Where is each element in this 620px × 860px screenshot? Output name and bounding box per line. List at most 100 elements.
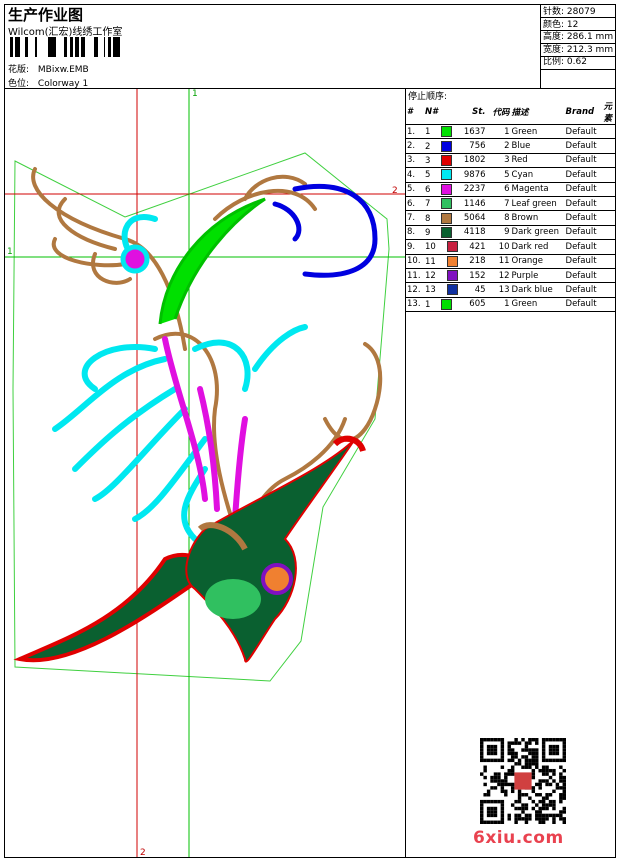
row-needle: 5 (424, 167, 459, 183)
row-index: 12. (406, 282, 424, 298)
row-element (602, 297, 616, 313)
row-index: 4. (406, 167, 424, 183)
sequence-row: 9. 10 421 10 Dark red Default (406, 239, 616, 255)
row-code: 8 (486, 210, 511, 226)
row-desc: Green (510, 124, 565, 140)
sequence-row: 6. 7 1146 7 Leaf green Default (406, 196, 616, 212)
guide-label-h1: 1 (7, 247, 13, 257)
row-desc: Purple (510, 268, 565, 284)
row-element (602, 196, 616, 212)
row-brand: Default (564, 282, 603, 298)
row-needle: 10 (424, 239, 459, 255)
sequence-row: 1. 1 1637 1 Green Default (406, 124, 616, 140)
col-needle: N# (424, 100, 459, 125)
row-index: 5. (406, 182, 424, 197)
row-desc: Leaf green (510, 196, 565, 212)
col-element: 元素 (602, 100, 616, 125)
row-needle: 2 (424, 138, 459, 154)
color-swatch (441, 298, 453, 310)
row-element (602, 138, 616, 154)
row-element (602, 153, 616, 169)
pattern-line: 花版: MBixw.EMB (8, 62, 89, 75)
row-needle: 3 (424, 153, 459, 169)
sequence-row: 7. 8 5064 8 Brown Default (406, 210, 616, 226)
row-index: 2. (406, 138, 424, 154)
row-needle: 13 (424, 282, 459, 298)
blue-curls (272, 183, 378, 278)
sequence-row: 10. 11 218 11 Orange Default (406, 254, 616, 269)
col-stitches: St. (458, 100, 487, 125)
color-swatch (446, 284, 458, 296)
row-needle: 12 (424, 268, 459, 284)
color-swatch (441, 198, 453, 210)
row-code: 11 (486, 254, 511, 269)
row-desc: Cyan (510, 167, 565, 183)
guide-label-h2: 2 (392, 186, 398, 196)
color-swatch (441, 226, 453, 238)
row-desc: Magenta (510, 182, 565, 197)
row-code: 7 (486, 196, 511, 212)
row-brand: Default (564, 138, 603, 154)
sequence-row: 8. 9 4118 9 Dark green Default (406, 225, 616, 241)
row-code: 13 (486, 282, 511, 298)
sequence-row: 5. 6 2237 6 Magenta Default (406, 182, 616, 197)
guide-label-v1: 1 (192, 89, 198, 99)
sequence-row: 3. 3 1802 3 Red Default (406, 153, 616, 169)
row-desc: Brown (510, 210, 565, 226)
color-swatch (441, 140, 453, 152)
stat-width: 宽度: 212.3 mm (543, 44, 614, 55)
col-code: 代码 (486, 100, 511, 125)
row-needle: 8 (424, 210, 459, 226)
row-element (602, 254, 616, 269)
row-index: 10. (406, 254, 424, 269)
row-stitches: 756 (458, 138, 487, 154)
row-stitches: 218 (458, 254, 487, 269)
row-index: 13. (406, 297, 424, 313)
row-code: 6 (486, 182, 511, 197)
row-stitches: 5064 (458, 210, 487, 226)
row-needle: 11 (424, 254, 459, 269)
row-stitches: 152 (458, 268, 487, 284)
row-index: 7. (406, 210, 424, 226)
watermark: 6xiu.com (473, 828, 564, 848)
row-stitches: 421 (458, 239, 487, 255)
row-code: 12 (486, 268, 511, 284)
row-code: 1 (486, 124, 511, 140)
row-brand: Default (564, 268, 603, 284)
row-stitches: 1802 (458, 153, 487, 169)
stat-colors: 颜色: 12 (543, 19, 579, 30)
row-element (602, 239, 616, 255)
stat-scale: 比例: 0.62 (543, 57, 587, 68)
row-element (602, 210, 616, 226)
row-desc: Blue (510, 138, 565, 154)
row-desc: Dark blue (510, 282, 565, 298)
color-swatch (441, 169, 453, 181)
color-swatch (446, 270, 458, 282)
embroidery-design: 1 2 1 2 (5, 89, 405, 857)
row-element (602, 167, 616, 183)
row-desc: Dark red (510, 239, 565, 255)
row-element (602, 282, 616, 298)
row-stitches: 605 (458, 297, 487, 313)
row-element (602, 182, 616, 197)
row-stitches: 9876 (458, 167, 487, 183)
row-element (602, 124, 616, 140)
row-stitches: 2237 (458, 182, 487, 197)
cyan-eye (120, 244, 150, 274)
color-swatch (441, 212, 453, 224)
row-brand: Default (564, 210, 603, 226)
row-needle: 1 (424, 297, 459, 313)
row-code: 5 (486, 167, 511, 183)
col-brand: Brand (564, 100, 603, 125)
row-needle: 7 (424, 196, 459, 212)
row-brand: Default (564, 297, 603, 313)
pattern-value: MBixw.EMB (37, 65, 89, 75)
row-index: 1. (406, 124, 424, 140)
stats-panel: 针数: 28079 颜色: 12 高度: 286.1 mm 宽度: 212.3 … (543, 6, 613, 69)
color-swatch (446, 241, 458, 253)
row-desc: Green (510, 297, 565, 313)
row-desc: Red (510, 153, 565, 169)
col-desc: 描述 (510, 100, 565, 125)
row-stitches: 45 (458, 282, 487, 298)
row-code: 3 (486, 153, 511, 169)
